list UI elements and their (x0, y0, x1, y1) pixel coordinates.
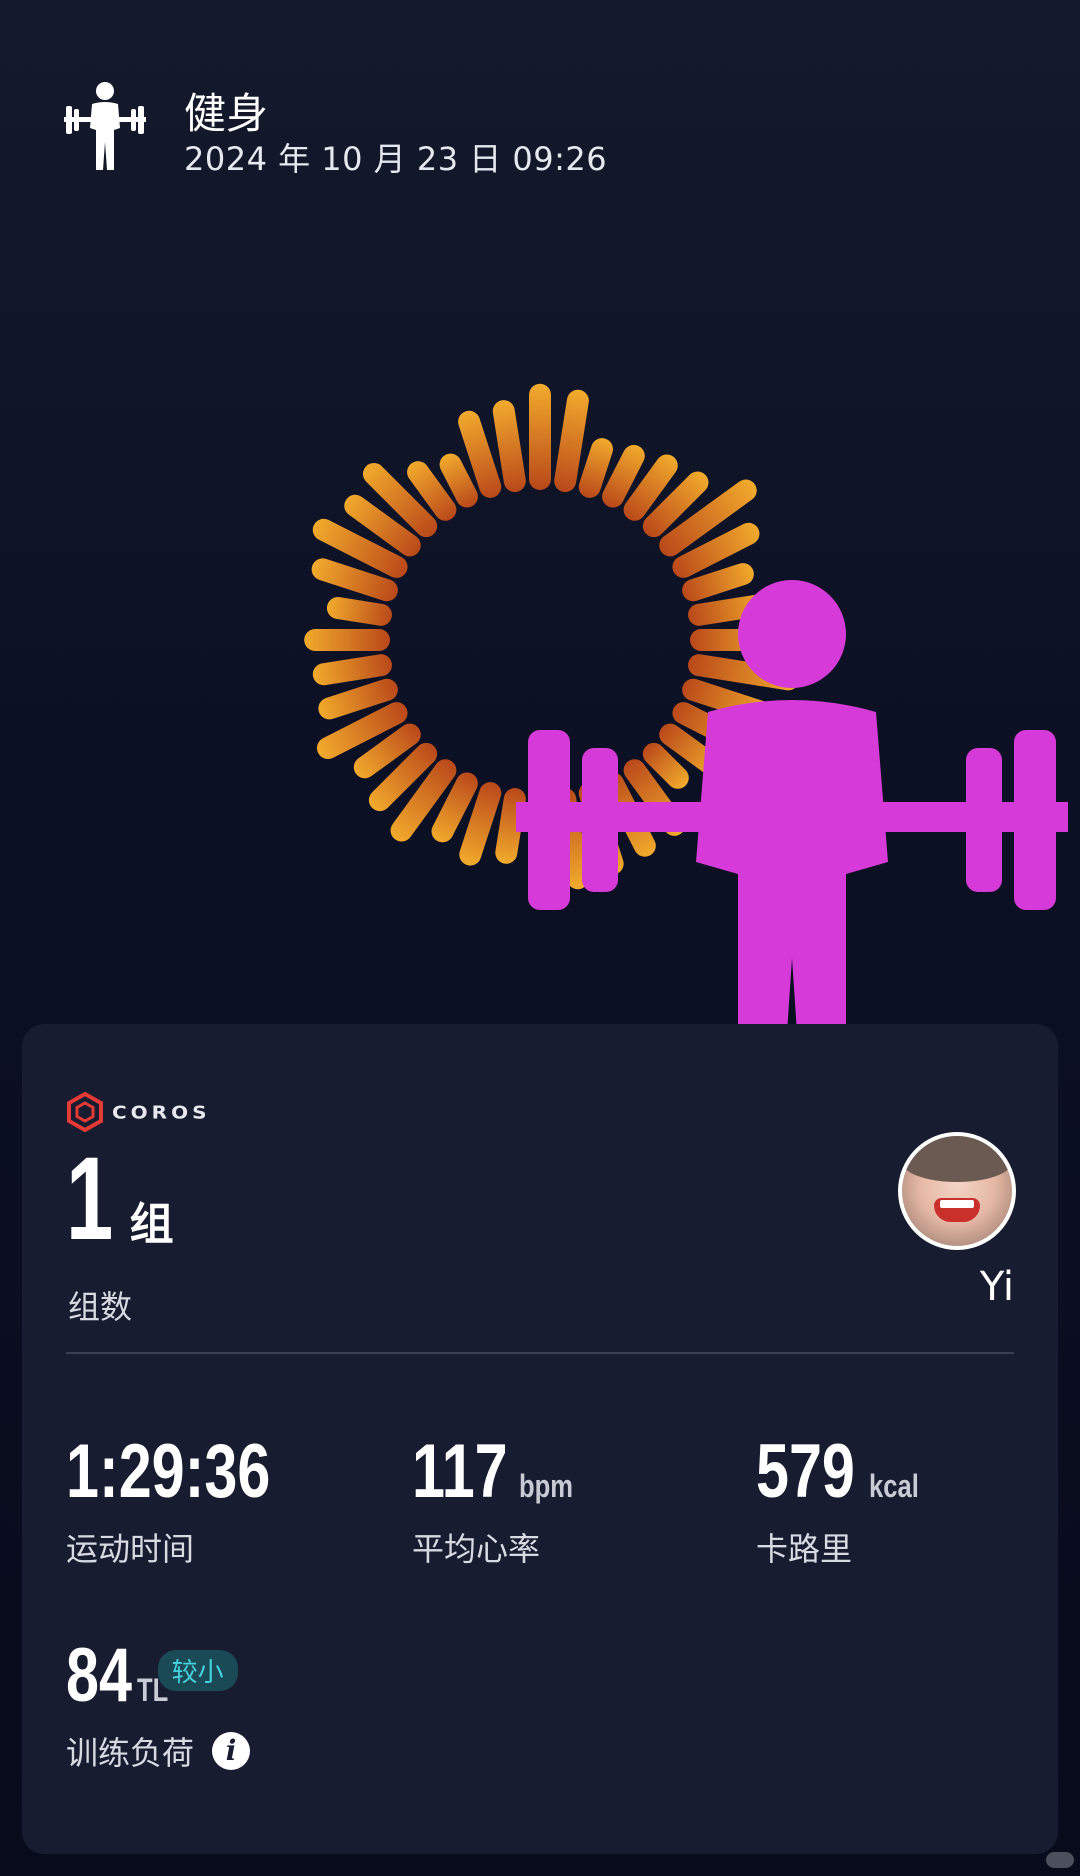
coros-hexagon-icon (67, 1092, 103, 1132)
activity-ring (240, 340, 1068, 1138)
stat-heart-rate: 117 bpm 平均心率 (412, 1434, 586, 1570)
calories-value: 579 (756, 1429, 855, 1514)
training-load-value: 84 (66, 1633, 132, 1718)
brand-name: COROS (112, 1101, 211, 1123)
user-avatar[interactable] (898, 1132, 1016, 1250)
sets-unit: 组 (129, 1199, 174, 1250)
stat-calories: 579 kcal 卡路里 (756, 1434, 931, 1570)
watermark (1046, 1852, 1074, 1868)
user-name: Yi (979, 1264, 1014, 1310)
sets-count: 1 组 (66, 1140, 174, 1258)
training-load-badge: 较小 (157, 1649, 238, 1691)
calories-label: 卡路里 (756, 1530, 853, 1568)
brand-logo: COROS (66, 1092, 211, 1132)
heart-rate-value: 117 (412, 1429, 508, 1514)
calories-unit: kcal (868, 1468, 919, 1504)
ring-bar (304, 629, 390, 651)
summary-card: COROS 1 组 组数 Yi 1:29:36 运动时间 117 bpm 平均心… (22, 1024, 1058, 1854)
heart-rate-label: 平均心率 (412, 1530, 541, 1568)
stat-training-load: 84 TL 较小 训练负荷 i (66, 1633, 251, 1774)
sets-label: 组数 (68, 1288, 133, 1326)
info-icon[interactable]: i (212, 1732, 251, 1770)
activity-datetime: 2024 年 10 月 23 日 09:26 (184, 140, 608, 178)
duration-value: 1:29:36 (66, 1429, 271, 1514)
heart-rate-unit: bpm (518, 1468, 573, 1504)
activity-header: 健身 2024 年 10 月 23 日 09:26 (62, 80, 862, 180)
sets-value: 1 (66, 1133, 114, 1265)
weightlifting-icon (64, 82, 146, 170)
divider (66, 1352, 1014, 1354)
stat-duration: 1:29:36 运动时间 (66, 1434, 328, 1570)
activity-title: 健身 (184, 89, 269, 138)
ring-bar (529, 383, 551, 490)
training-load-label: 训练负荷 (66, 1734, 195, 1772)
duration-label: 运动时间 (66, 1530, 195, 1568)
